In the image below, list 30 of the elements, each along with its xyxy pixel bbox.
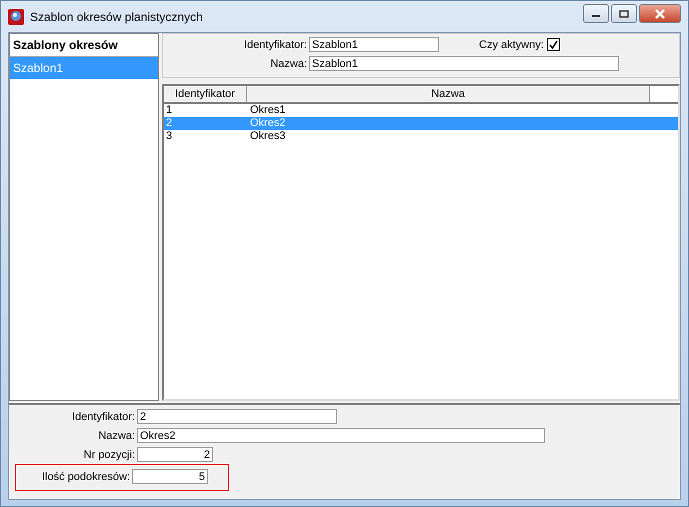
table-cell-text: 2 [165,117,174,130]
maximize-icon [619,10,629,18]
input-field[interactable]: Szablon1 [309,56,619,71]
field-label: Ilość podokresów: [40,470,130,482]
field-label: Identyfikator: [71,410,135,422]
input-field[interactable]: Szablon1 [309,37,439,52]
table-cell-text: Okres2 [249,117,286,130]
column-header[interactable]: Identyfikator [164,86,247,102]
table-cell-text: 1 [165,104,174,117]
app-icon [8,8,24,24]
input-field[interactable]: 5 [132,469,208,484]
table-cell-text: 3 [165,130,174,143]
column-header[interactable]: Nazwa [247,86,650,102]
checkbox-label: Czy aktywny: [479,38,544,50]
close-button[interactable] [639,4,681,23]
window-title: Szablon okresów planistycznych [30,10,204,24]
field-label: Nazwa: [97,430,135,442]
minimize-button[interactable] [583,4,609,23]
input-field[interactable]: Okres2 [137,428,545,443]
input-field[interactable]: 2 [137,447,213,462]
field-label: Nazwa: [269,58,307,70]
field-label: Identyfikator: [243,38,307,50]
check-icon [548,40,558,49]
maximize-button[interactable] [611,4,637,23]
table-cell-text: Okres3 [249,130,286,143]
table-cell-text: Okres1 [249,104,286,117]
field-label: Nr pozycji: [82,448,135,460]
close-icon [654,8,666,18]
input-field[interactable]: 2 [137,409,337,424]
checkbox[interactable] [546,38,560,51]
